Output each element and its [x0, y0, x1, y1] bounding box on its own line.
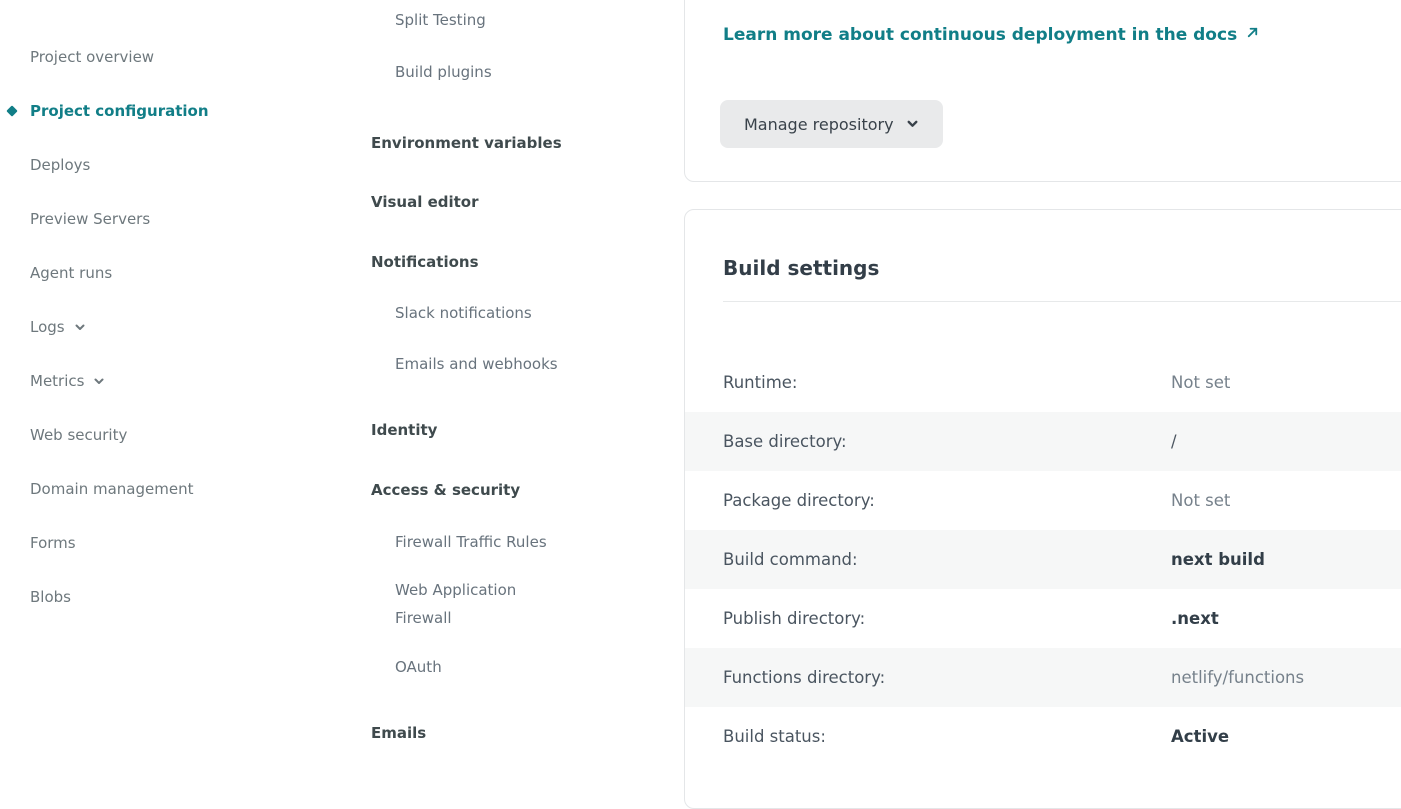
external-link-arrow-icon: [1245, 25, 1260, 45]
sidebar-item-metrics[interactable]: Metrics: [0, 354, 340, 408]
row-label: Publish directory:: [723, 609, 1171, 628]
row-value: next build: [1171, 550, 1265, 569]
docs-link[interactable]: Learn more about continuous deployment i…: [723, 25, 1260, 45]
subnav-item-slack-notifications[interactable]: Slack notifications: [371, 303, 621, 323]
subnav-item-firewall-traffic-rules[interactable]: Firewall Traffic Rules: [371, 532, 621, 552]
sidebar-item-label: Project overview: [30, 48, 154, 66]
chevron-down-icon: [74, 321, 86, 333]
row-label: Base directory:: [723, 432, 1171, 451]
divider: [723, 301, 1401, 302]
row-value: Not set: [1171, 491, 1230, 510]
sidebar-item-preview-servers[interactable]: Preview Servers: [0, 192, 340, 246]
sidebar-item-label: Forms: [30, 534, 76, 552]
row-value: netlify/functions: [1171, 668, 1304, 687]
build-settings-card: Build settings Runtime: Not set Base dir…: [684, 209, 1401, 809]
row-label: Build command:: [723, 550, 1171, 569]
sidebar-item-label: Web security: [30, 426, 127, 444]
row-label: Build status:: [723, 727, 1171, 746]
sidebar-item-logs[interactable]: Logs: [0, 300, 340, 354]
sidebar-item-agent-runs[interactable]: Agent runs: [0, 246, 340, 300]
sidebar-item-project-overview[interactable]: Project overview: [0, 30, 340, 84]
sidebar-item-label: Deploys: [30, 156, 90, 174]
row-value: .next: [1171, 609, 1219, 628]
sidebar-item-project-configuration[interactable]: Project configuration: [0, 84, 340, 138]
table-row-base-directory: Base directory: /: [685, 412, 1401, 471]
row-label: Functions directory:: [723, 668, 1171, 687]
continuous-deployment-card: Learn more about continuous deployment i…: [684, 0, 1401, 182]
manage-repository-button[interactable]: Manage repository: [720, 100, 943, 148]
row-label: Runtime:: [723, 373, 1171, 392]
build-settings-title: Build settings: [685, 210, 1401, 282]
subnav-item-environment-variables[interactable]: Environment variables: [371, 133, 621, 153]
table-row-publish-directory: Publish directory: .next: [685, 589, 1401, 648]
subnav-item-access-security[interactable]: Access & security: [371, 480, 621, 500]
subnav-item-notifications[interactable]: Notifications: [371, 252, 621, 272]
sidebar-item-domain-management[interactable]: Domain management: [0, 462, 340, 516]
table-row-runtime: Runtime: Not set: [685, 353, 1401, 412]
manage-repository-label: Manage repository: [744, 115, 894, 134]
subnav-item-split-testing[interactable]: Split Testing: [371, 10, 621, 30]
sidebar-item-label: Blobs: [30, 588, 71, 606]
sidebar-item-label: Preview Servers: [30, 210, 150, 228]
configuration-subnav: Split Testing Build plugins Environment …: [371, 0, 621, 743]
row-value: /: [1171, 432, 1177, 451]
sidebar-item-deploys[interactable]: Deploys: [0, 138, 340, 192]
subnav-item-web-application-firewall[interactable]: Web Application Firewall: [371, 576, 570, 632]
sidebar-item-blobs[interactable]: Blobs: [0, 570, 340, 624]
row-label: Package directory:: [723, 491, 1171, 510]
sidebar-item-label: Agent runs: [30, 264, 112, 282]
subnav-item-visual-editor[interactable]: Visual editor: [371, 192, 621, 212]
subnav-item-identity[interactable]: Identity: [371, 420, 621, 440]
sidebar-item-label: Domain management: [30, 480, 193, 498]
sidebar-item-label: Logs: [30, 318, 65, 336]
table-row-build-status: Build status: Active: [685, 707, 1401, 766]
active-diamond-icon: [6, 105, 17, 116]
table-row-functions-directory: Functions directory: netlify/functions: [685, 648, 1401, 707]
subnav-item-emails-and-webhooks[interactable]: Emails and webhooks: [371, 354, 621, 374]
chevron-down-icon: [93, 375, 105, 387]
subnav-item-emails[interactable]: Emails: [371, 723, 621, 743]
sidebar-item-web-security[interactable]: Web security: [0, 408, 340, 462]
table-row-package-directory: Package directory: Not set: [685, 471, 1401, 530]
project-sidebar: Project overview Project configuration D…: [0, 30, 340, 624]
sidebar-item-label: Project configuration: [30, 102, 209, 120]
sidebar-item-forms[interactable]: Forms: [0, 516, 340, 570]
chevron-down-icon: [906, 115, 919, 134]
subnav-item-oauth[interactable]: OAuth: [371, 657, 621, 677]
sidebar-item-label: Metrics: [30, 372, 84, 390]
row-value: Not set: [1171, 373, 1230, 392]
row-value: Active: [1171, 727, 1229, 746]
table-row-build-command: Build command: next build: [685, 530, 1401, 589]
docs-link-label: Learn more about continuous deployment i…: [723, 25, 1237, 45]
subnav-item-build-plugins[interactable]: Build plugins: [371, 62, 621, 82]
build-settings-table: Runtime: Not set Base directory: / Packa…: [685, 353, 1401, 766]
